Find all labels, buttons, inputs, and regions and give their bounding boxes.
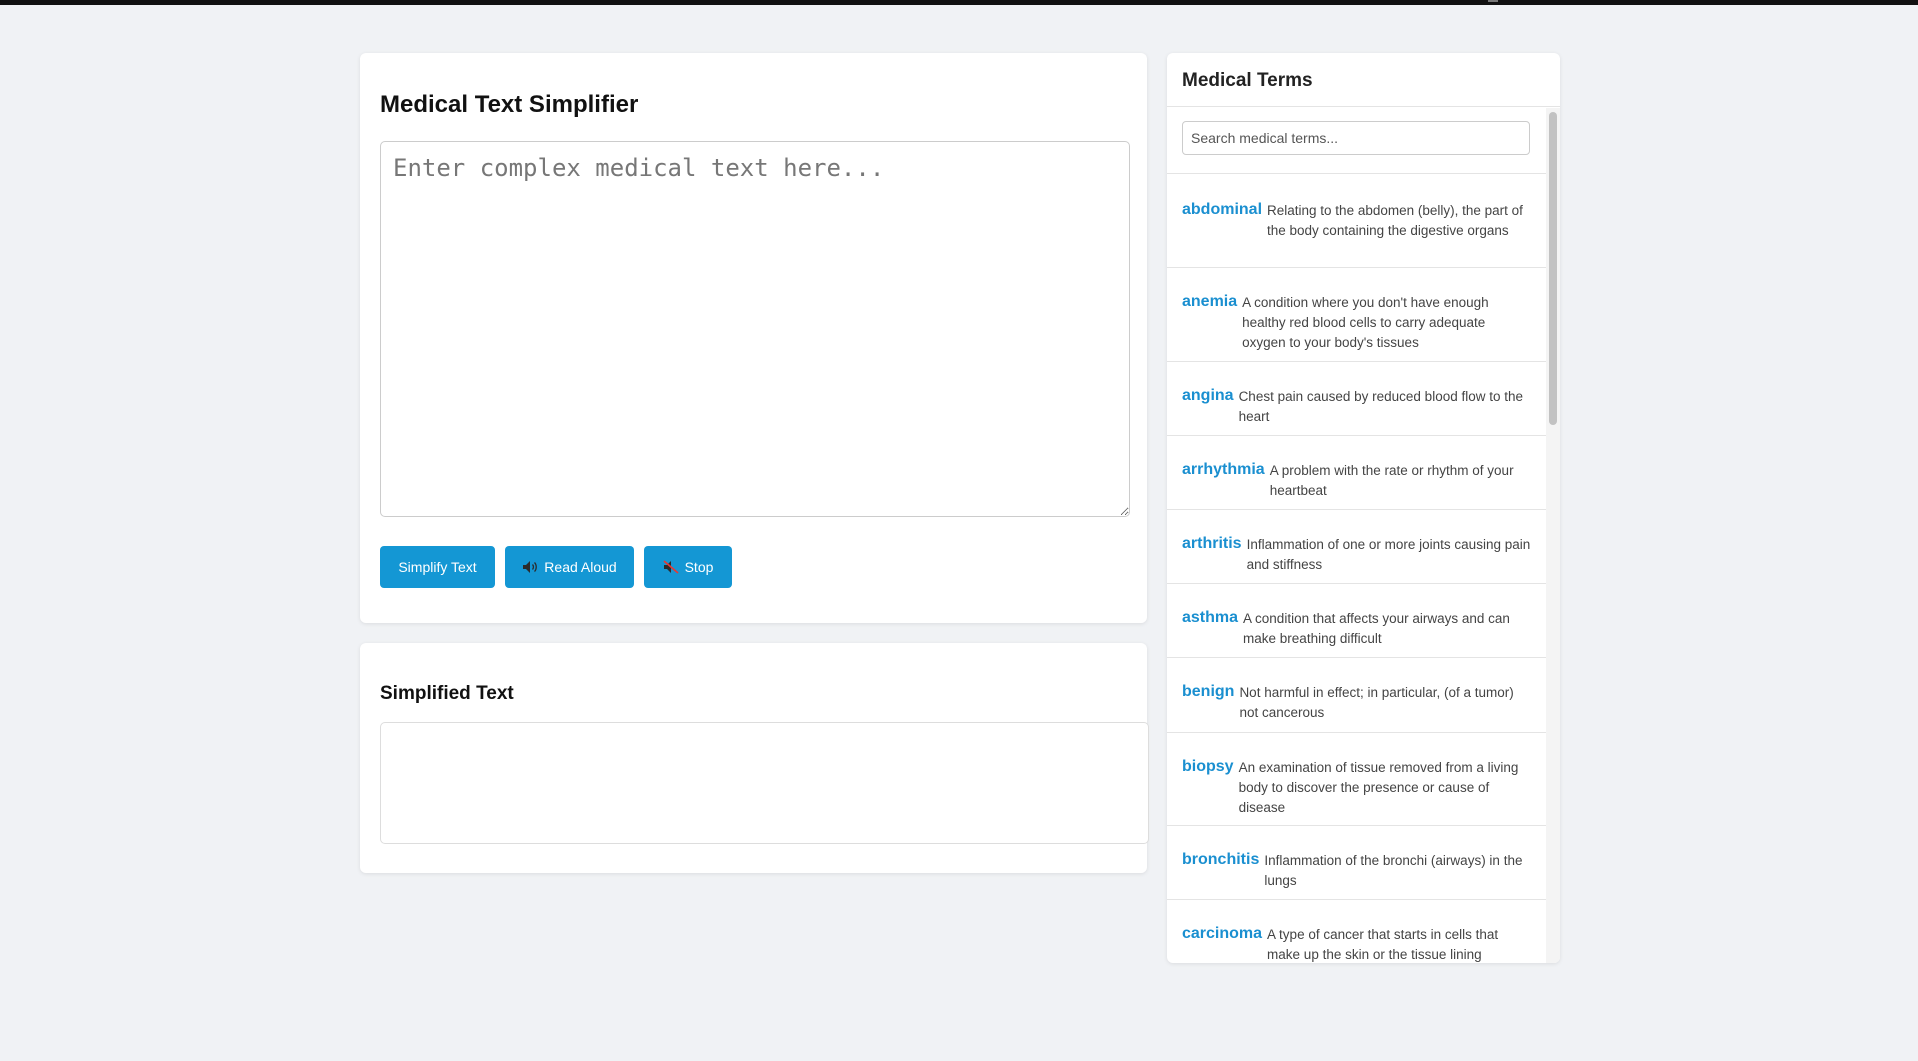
term-item[interactable]: benign Not harmful in effect; in particu… bbox=[1167, 658, 1546, 733]
term-definition: Inflammation of the bronchi (airways) in… bbox=[1264, 853, 1523, 888]
term-item[interactable]: abdominal Relating to the abdomen (belly… bbox=[1167, 175, 1546, 268]
simplified-text-output bbox=[380, 722, 1149, 844]
simplify-button-label: Simplify Text bbox=[398, 559, 477, 575]
speaker-muted-icon bbox=[663, 560, 679, 574]
action-buttons: Simplify Text Read Aloud Stop bbox=[380, 546, 732, 588]
term-item[interactable]: arrhythmia A problem with the rate or rh… bbox=[1167, 436, 1546, 510]
term-name: carcinoma bbox=[1182, 925, 1263, 942]
result-card: Simplified Text bbox=[360, 643, 1149, 873]
term-name: biopsy bbox=[1182, 758, 1234, 775]
simplifier-card: Medical Text Simplifier Simplify Text Re… bbox=[360, 53, 1147, 623]
term-definition: A type of cancer that starts in cells th… bbox=[1267, 927, 1499, 962]
term-name: bronchitis bbox=[1182, 851, 1260, 868]
term-name: angina bbox=[1182, 387, 1234, 404]
term-name: arthritis bbox=[1182, 535, 1242, 552]
term-item[interactable]: asthma A condition that affects your air… bbox=[1167, 584, 1546, 658]
term-name: benign bbox=[1182, 683, 1235, 700]
term-item[interactable]: biopsy An examination of tissue removed … bbox=[1167, 733, 1546, 826]
terms-scroll-area[interactable]: abdominal Relating to the abdomen (belly… bbox=[1167, 108, 1560, 963]
term-item[interactable]: bronchitis Inflammation of the bronchi (… bbox=[1167, 826, 1546, 900]
stop-button[interactable]: Stop bbox=[644, 546, 732, 588]
term-definition: Relating to the abdomen (belly), the par… bbox=[1267, 203, 1523, 238]
terms-search-input[interactable] bbox=[1182, 121, 1530, 155]
result-title: Simplified Text bbox=[380, 683, 514, 704]
term-definition: A problem with the rate or rhythm of you… bbox=[1269, 463, 1514, 498]
term-definition: Not harmful in effect; in particular, (o… bbox=[1239, 685, 1514, 720]
simplify-button[interactable]: Simplify Text bbox=[380, 546, 495, 588]
speaker-icon bbox=[523, 561, 538, 573]
term-item[interactable]: anemia A condition where you don't have … bbox=[1167, 268, 1546, 362]
terms-list: abdominal Relating to the abdomen (belly… bbox=[1167, 175, 1546, 963]
read-aloud-button[interactable]: Read Aloud bbox=[505, 546, 634, 588]
terms-scrollbar-thumb[interactable] bbox=[1549, 112, 1557, 425]
term-name: arrhythmia bbox=[1182, 461, 1265, 478]
terms-header: Medical Terms bbox=[1167, 53, 1560, 107]
medical-terms-panel: Medical Terms abdominal Relating to the … bbox=[1167, 53, 1560, 963]
medical-text-input[interactable] bbox=[380, 141, 1130, 517]
terms-search-wrap bbox=[1167, 108, 1546, 174]
window-top-bar bbox=[0, 0, 1918, 5]
stop-button-label: Stop bbox=[684, 559, 714, 575]
terms-scrollbar[interactable] bbox=[1546, 108, 1560, 963]
read-aloud-button-label: Read Aloud bbox=[544, 559, 617, 575]
term-definition: Chest pain caused by reduced blood flow … bbox=[1238, 389, 1523, 424]
term-definition: A condition that affects your airways an… bbox=[1243, 611, 1510, 646]
term-definition: A condition where you don't have enough … bbox=[1242, 295, 1489, 350]
term-name: abdominal bbox=[1182, 201, 1263, 218]
term-item[interactable]: angina Chest pain caused by reduced bloo… bbox=[1167, 362, 1546, 436]
top-bar-indicator bbox=[1488, 0, 1498, 2]
terms-title: Medical Terms bbox=[1182, 70, 1313, 91]
term-name: anemia bbox=[1182, 293, 1238, 310]
term-name: asthma bbox=[1182, 609, 1239, 626]
term-item[interactable]: arthritis Inflammation of one or more jo… bbox=[1167, 510, 1546, 584]
term-item[interactable]: carcinoma A type of cancer that starts i… bbox=[1167, 900, 1546, 963]
term-definition: Inflammation of one or more joints causi… bbox=[1246, 537, 1531, 572]
page-title: Medical Text Simplifier bbox=[380, 91, 639, 118]
term-definition: An examination of tissue removed from a … bbox=[1238, 760, 1519, 815]
